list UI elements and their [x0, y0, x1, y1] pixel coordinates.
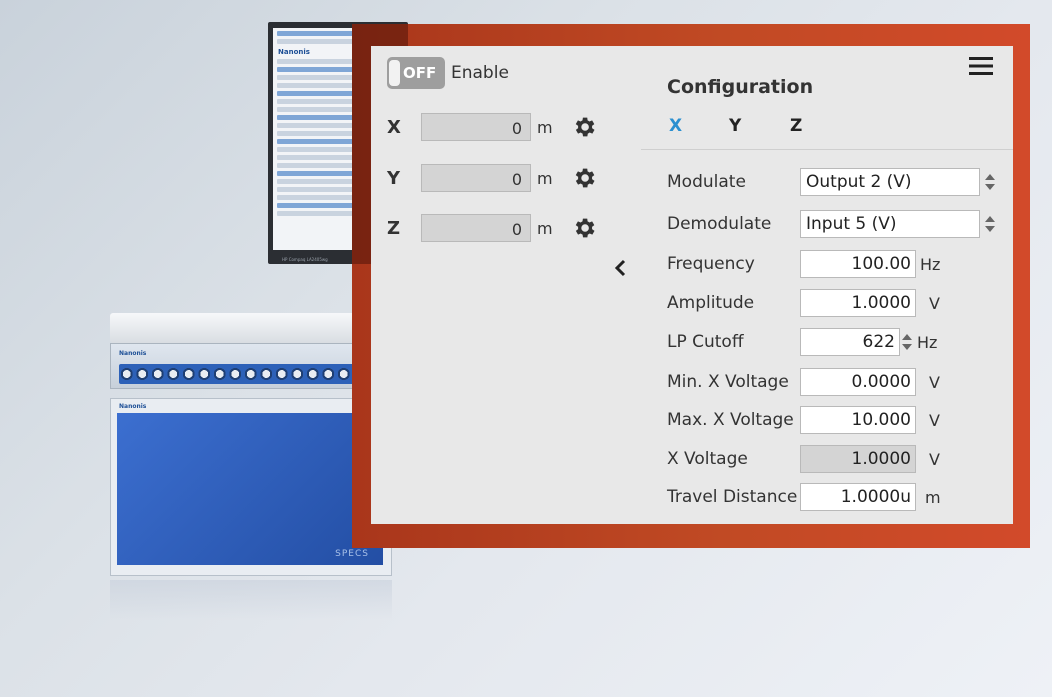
- gear-icon[interactable]: [571, 114, 597, 140]
- travel-distance-field[interactable]: 1.0000u: [800, 483, 916, 511]
- axis-value-field[interactable]: 0: [421, 214, 531, 242]
- tab-x[interactable]: X: [669, 116, 682, 136]
- lp-cutoff-unit: Hz: [917, 333, 938, 352]
- max-x-voltage-label: Max. X Voltage: [667, 410, 794, 430]
- background-unit-lower: Nanonis SPECS: [110, 398, 392, 576]
- frequency-label: Frequency: [667, 254, 755, 274]
- max-x-voltage-unit: V: [929, 411, 940, 430]
- enable-label: Enable: [451, 63, 509, 83]
- gear-icon[interactable]: [571, 165, 597, 191]
- lp-cutoff-label: LP Cutoff: [667, 332, 744, 352]
- unit-blue-panel: [117, 413, 383, 565]
- toggle-state: OFF: [403, 64, 437, 82]
- toggle-knob: [389, 60, 400, 86]
- axis-label: Y: [387, 168, 401, 189]
- axis-value-field[interactable]: 0: [421, 113, 531, 141]
- background-unit-top: [110, 313, 390, 343]
- x-voltage-readout: 1.0000: [800, 445, 916, 473]
- demodulate-select[interactable]: Input 5 (V): [800, 210, 980, 238]
- amplitude-field[interactable]: 1.0000: [800, 289, 916, 317]
- frequency-field[interactable]: 100.00: [800, 250, 916, 278]
- menu-icon[interactable]: [967, 54, 995, 78]
- control-panel: OFF Enable X 0 m Y 0 m Z 0 m Configurati…: [371, 46, 1013, 524]
- max-x-voltage-field[interactable]: 10.000: [800, 406, 916, 434]
- travel-distance-label: Travel Distance: [667, 487, 798, 507]
- axis-unit: m: [537, 219, 553, 238]
- travel-distance-unit: m: [925, 488, 941, 507]
- lp-cutoff-field[interactable]: 622: [800, 328, 900, 356]
- demodulate-label: Demodulate: [667, 214, 772, 234]
- tab-y[interactable]: Y: [729, 116, 741, 136]
- unit-reflection: [110, 580, 392, 620]
- frequency-unit: Hz: [920, 255, 941, 274]
- x-voltage-label: X Voltage: [667, 449, 748, 469]
- x-voltage-unit: V: [929, 450, 940, 469]
- axis-unit: m: [537, 118, 553, 137]
- amplitude-label: Amplitude: [667, 293, 755, 313]
- monitor-caption: HP Compaq LA2405wg: [282, 257, 328, 262]
- tab-z[interactable]: Z: [790, 116, 802, 136]
- connector-strip: [119, 364, 369, 384]
- modulate-label: Modulate: [667, 172, 746, 192]
- amplitude-unit: V: [929, 294, 940, 313]
- modulate-select[interactable]: Output 2 (V): [800, 168, 980, 196]
- tabs-divider: [641, 149, 1013, 150]
- chevron-left-icon[interactable]: [611, 256, 631, 280]
- spin-arrows-icon[interactable]: [983, 171, 997, 193]
- unit-lower-brand: Nanonis: [119, 403, 147, 410]
- gear-icon[interactable]: [571, 215, 597, 241]
- min-x-voltage-unit: V: [929, 373, 940, 392]
- min-x-voltage-field[interactable]: 0.0000: [800, 368, 916, 396]
- configuration-title: Configuration: [667, 76, 814, 98]
- spin-arrows-icon[interactable]: [900, 331, 914, 353]
- axis-value-field[interactable]: 0: [421, 164, 531, 192]
- axis-unit: m: [537, 169, 553, 188]
- axis-label: Z: [387, 218, 401, 239]
- axis-label: X: [387, 117, 401, 138]
- unit-brand: Nanonis: [119, 350, 147, 357]
- min-x-voltage-label: Min. X Voltage: [667, 372, 789, 392]
- spin-arrows-icon[interactable]: [983, 213, 997, 235]
- background-unit-front: Nanonis: [110, 343, 390, 389]
- unit-logo: SPECS: [335, 549, 369, 559]
- enable-toggle[interactable]: OFF: [387, 57, 445, 89]
